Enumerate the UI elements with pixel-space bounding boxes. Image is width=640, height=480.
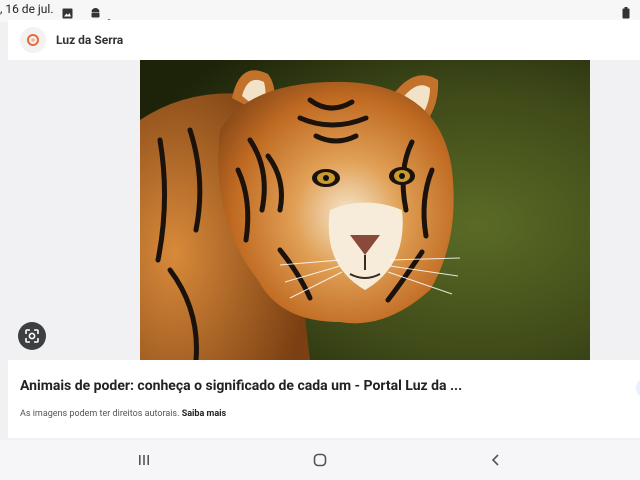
visit-button[interactable] bbox=[636, 378, 640, 398]
google-lens-button[interactable] bbox=[18, 322, 46, 350]
status-bar: , 16 de jul. bbox=[0, 0, 640, 23]
system-nav-bar bbox=[0, 440, 640, 480]
home-button[interactable] bbox=[310, 450, 330, 470]
source-name: Luz da Serra bbox=[56, 33, 124, 47]
recents-button[interactable] bbox=[134, 450, 154, 470]
site-favicon-icon bbox=[20, 27, 46, 53]
copyright-notice-text: As imagens podem ter direitos autorais. bbox=[20, 409, 180, 419]
learn-more-link[interactable]: Saiba mais bbox=[182, 409, 226, 419]
lens-icon bbox=[25, 329, 39, 343]
status-date: , 16 de jul. bbox=[0, 2, 54, 16]
tiger-photo[interactable] bbox=[140, 60, 590, 360]
home-icon bbox=[313, 453, 327, 467]
image-result-card[interactable]: Luz da Serra Animais de poder: conheça o… bbox=[8, 20, 640, 438]
result-title-link[interactable]: Animais de poder: conheça o significado … bbox=[20, 378, 620, 394]
source-row[interactable]: Luz da Serra bbox=[20, 26, 123, 54]
image-preview-area[interactable] bbox=[8, 60, 640, 360]
back-icon bbox=[491, 454, 499, 466]
back-button[interactable] bbox=[486, 450, 506, 470]
recents-icon bbox=[139, 455, 149, 465]
copyright-notice: As imagens podem ter direitos autorais. … bbox=[20, 409, 226, 419]
